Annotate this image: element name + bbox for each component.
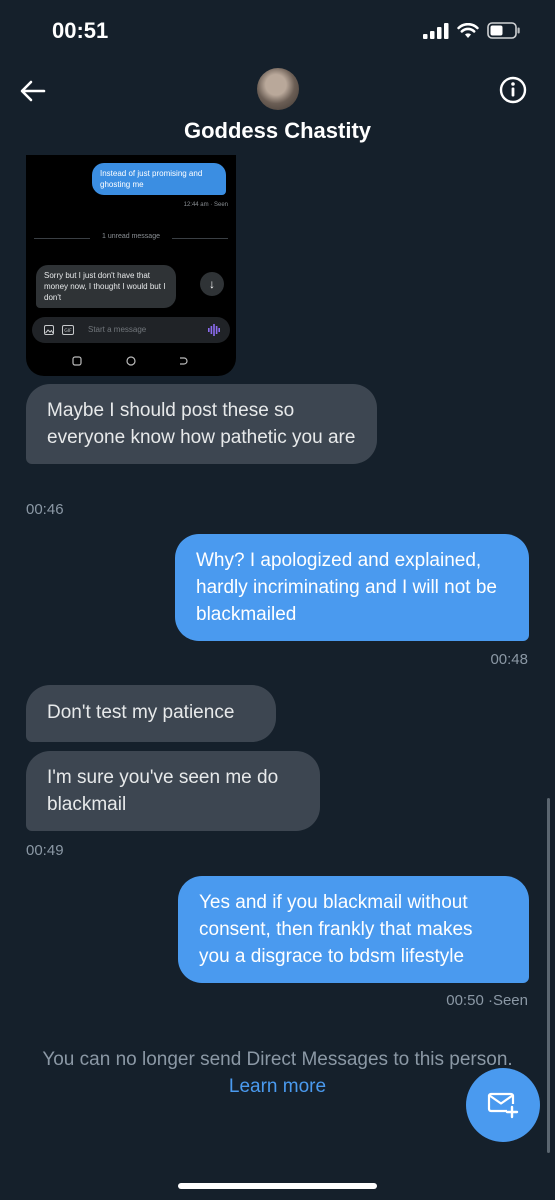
conversation-header: Goddess Chastity — [0, 60, 555, 155]
back-arrow-icon[interactable] — [18, 76, 48, 106]
shot-outgoing-message: Instead of just promising and ghosting m… — [92, 163, 226, 195]
shot-composer-placeholder: Start a message — [88, 325, 147, 334]
new-message-button[interactable] — [466, 1068, 540, 1142]
compose-mail-icon — [487, 1092, 519, 1119]
shot-navigation-bar — [26, 353, 236, 369]
avatar[interactable] — [257, 68, 299, 110]
shot-composer: GIF Start a message — [32, 317, 230, 343]
image-icon — [44, 325, 54, 335]
message-status: 00:50 ·Seen — [446, 992, 528, 1009]
status-time: 00:51 — [52, 18, 109, 43]
cellular-signal-icon — [423, 22, 449, 39]
scrollbar[interactable] — [547, 798, 550, 1153]
divider-line-right — [172, 238, 228, 239]
message-bubble-outgoing[interactable]: Why? I apologized and explained, hardly … — [175, 534, 529, 641]
message-timestamp: 00:50 — [446, 992, 484, 1009]
info-icon[interactable] — [499, 76, 527, 104]
gif-icon: GIF — [62, 325, 74, 335]
seen-status: ·Seen — [487, 992, 528, 1009]
shot-incoming-message: Sorry but I just don't have that money n… — [36, 265, 176, 308]
status-icons — [423, 22, 521, 39]
contact-name[interactable]: Goddess Chastity — [0, 118, 555, 144]
scroll-down-icon: ↓ — [200, 272, 224, 296]
status-bar: 00:51 — [0, 0, 555, 64]
svg-text:GIF: GIF — [64, 328, 72, 334]
recents-icon — [72, 356, 82, 366]
shared-screenshot-image[interactable]: Instead of just promising and ghosting m… — [26, 155, 236, 376]
message-bubble-incoming[interactable]: I'm sure you've seen me do blackmail — [26, 751, 320, 831]
shot-unread-divider: 1 unread message — [34, 233, 228, 243]
shot-message-meta: 12:44 am · Seen — [183, 202, 228, 208]
notice-text: You can no longer send Direct Messages t… — [42, 1049, 513, 1070]
battery-icon — [487, 22, 520, 39]
message-bubble-incoming[interactable]: Don't test my patience — [26, 685, 276, 742]
message-bubble-incoming[interactable]: Maybe I should post these so everyone kn… — [26, 384, 377, 464]
message-timestamp: 00:48 — [490, 651, 528, 668]
back-icon — [180, 357, 188, 365]
message-timestamp: 00:49 — [26, 842, 64, 859]
home-indicator — [178, 1183, 377, 1189]
home-icon — [126, 356, 136, 366]
wifi-icon — [457, 22, 479, 38]
message-bubble-outgoing[interactable]: Yes and if you blackmail without consent… — [178, 876, 529, 983]
voice-icon — [208, 324, 220, 336]
message-timestamp: 00:46 — [26, 501, 64, 518]
